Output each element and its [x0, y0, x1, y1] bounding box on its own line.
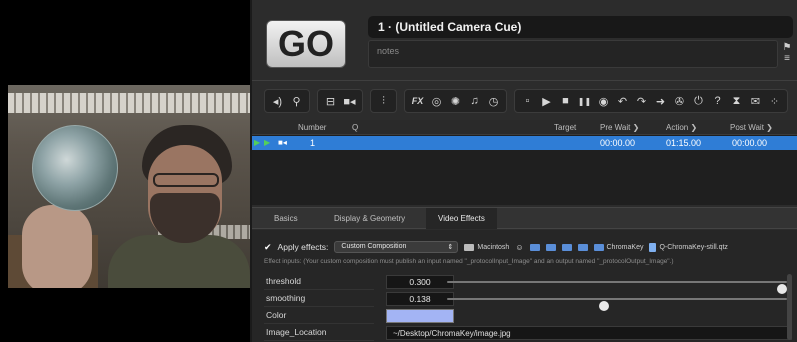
param-slider-track[interactable]: [447, 298, 787, 311]
tab-display-geometry[interactable]: Display & Geometry: [322, 208, 417, 229]
target-icon[interactable]: ◎: [428, 92, 445, 110]
inspector-tabs: Basics Display & Geometry Video Effects: [252, 207, 797, 229]
tab-basics[interactable]: Basics: [262, 208, 310, 229]
header-action[interactable]: Action ❯: [666, 123, 697, 132]
mic-icon[interactable]: ⚲: [288, 92, 305, 110]
play-icon[interactable]: ▶: [538, 92, 555, 110]
go-button[interactable]: GO: [266, 20, 346, 68]
header-target[interactable]: Target: [554, 123, 576, 132]
person-shirt: [108, 235, 250, 288]
param-value-field[interactable]: 0.300: [386, 275, 454, 289]
param-label: smoothing: [264, 291, 374, 307]
header-q[interactable]: Q: [352, 123, 358, 132]
video-preview: [0, 0, 250, 342]
param-slider-track[interactable]: [447, 281, 787, 294]
person-glasses: [153, 173, 219, 187]
stop-square-icon[interactable]: ▫: [519, 92, 536, 110]
chat-icon[interactable]: ✉: [747, 92, 764, 110]
effect-inputs-note: Effect inputs: (Your custom composition …: [264, 258, 674, 265]
header-post-wait[interactable]: Post Wait ❯: [730, 123, 773, 132]
fx-icon[interactable]: FX: [409, 92, 426, 110]
color-well[interactable]: [386, 309, 454, 323]
param-row-color: Color: [264, 308, 782, 324]
folder-icon[interactable]: [545, 243, 556, 251]
cue-list: Number Q Target Pre Wait ❯ Action ❯ Post…: [252, 120, 797, 205]
toolbar-group: ▫ ▶ ■ ❚❚ ◉ ↶ ↷ ➜ ✇ ⏻? ⧗ ✉ ⁘: [514, 89, 788, 113]
stop-icon[interactable]: ■: [557, 92, 574, 110]
camera-icon[interactable]: ■◂: [341, 92, 358, 110]
more-icon[interactable]: ⁘: [766, 92, 783, 110]
apply-effects-row: ✔ Apply effects: Custom Composition ⇕ Ma…: [264, 240, 728, 254]
param-label: threshold: [264, 274, 374, 290]
arrow-icon[interactable]: ➜: [652, 92, 669, 110]
chroma-key-disc: [32, 125, 118, 211]
param-row-image-location: Image_Location ~/Desktop/ChromaKey/image…: [264, 325, 792, 341]
file-icon: [649, 242, 657, 252]
effect-select-value: Custom Composition: [341, 243, 407, 250]
folder-icon[interactable]: [529, 243, 540, 251]
toolbar-group: ⊟ ■◂: [317, 89, 363, 113]
clock-icon[interactable]: ◷: [485, 92, 502, 110]
param-value-field[interactable]: 0.138: [386, 292, 454, 306]
person-hand: [22, 205, 92, 288]
param-label: Image_Location: [264, 325, 374, 341]
folder-icon[interactable]: [561, 243, 572, 251]
network-icon[interactable]: ✺: [447, 92, 464, 110]
folder-icon[interactable]: [577, 243, 588, 251]
param-label: Color: [264, 308, 374, 324]
speaker-icon[interactable]: ◂): [269, 92, 286, 110]
camera-cue-icon: ■◂: [278, 138, 287, 147]
apply-checkbox[interactable]: ✔: [264, 242, 272, 253]
window-blinds: [8, 93, 250, 113]
toolbar-group: ◂) ⚲: [264, 89, 310, 113]
cue-list-header: Number Q Target Pre Wait ❯ Action ❯ Post…: [252, 120, 797, 135]
camera-frame: [8, 85, 250, 288]
notes-field[interactable]: notes: [368, 40, 778, 68]
scrollbar[interactable]: [787, 274, 792, 340]
pause-icon[interactable]: ❚❚: [576, 92, 593, 110]
redo-icon[interactable]: ↷: [633, 92, 650, 110]
cue-number: 1: [310, 138, 316, 148]
hourglass-icon[interactable]: ⧗: [728, 92, 745, 110]
running-icon: ▶: [264, 138, 271, 147]
tab-video-effects[interactable]: Video Effects: [426, 208, 497, 229]
video-effects-panel: ✔ Apply effects: Custom Composition ⇕ Ma…: [252, 230, 797, 342]
drive-icon: [464, 243, 475, 251]
music-note-icon[interactable]: ♫: [466, 92, 483, 110]
cue-pre-wait: 00:00.00: [600, 138, 636, 148]
path-crumb-chromakey[interactable]: ChromaKey: [593, 243, 643, 251]
folder-icon: [593, 243, 604, 251]
screen-icon[interactable]: ⊟: [322, 92, 339, 110]
cue-post-wait: 00:00.00: [732, 138, 768, 148]
param-row-smoothing: smoothing 0.138: [264, 291, 787, 311]
image-location-field[interactable]: ~/Desktop/ChromaKey/image.jpg: [386, 326, 792, 340]
toolbar-group: FX ◎ ✺ ♫ ◷: [404, 89, 507, 113]
header-number[interactable]: Number: [298, 123, 326, 132]
cue-title-field[interactable]: 1 · (Untitled Camera Cue): [368, 16, 793, 38]
path-crumb-drive[interactable]: Macintosh: [464, 243, 509, 251]
sliders-icon[interactable]: ⫶: [375, 92, 392, 110]
gear-icon[interactable]: ✇: [671, 92, 688, 110]
path-crumb-file[interactable]: Q-ChromaKey-still.qtz: [649, 242, 728, 252]
table-row[interactable]: ▶ ▶ ■◂ 1 00:00.00 01:15.00 00:00.00: [252, 136, 797, 150]
cue-action: 01:15.00: [666, 138, 702, 148]
chevron-down-icon: ⇕: [447, 244, 454, 251]
effect-select[interactable]: Custom Composition ⇕: [334, 241, 459, 253]
flag-icon[interactable]: ⚑ ≡: [781, 42, 793, 68]
record-icon[interactable]: ◉: [595, 92, 612, 110]
apply-effects-label: Apply effects:: [277, 242, 329, 252]
playhead-icon: ▶: [254, 138, 261, 147]
undo-icon[interactable]: ↶: [614, 92, 631, 110]
toolbar: ◂) ⚲ ⊟ ■◂ ⫶ FX ◎ ✺ ♫ ◷ ▫ ▶ ■ ❚❚ ◉ ↶ ↷ ➜ ✇ ⏻? ⧗ ✉ ⁘: [264, 89, 788, 113]
toolbar-group: ⫶: [370, 89, 397, 113]
power-icon[interactable]: ⏻: [690, 92, 707, 110]
help-icon[interactable]: ?: [709, 92, 726, 110]
workspace: GO 1 · (Untitled Camera Cue) notes ⚑ ≡ ◂)…: [252, 0, 797, 342]
divider: [252, 80, 797, 81]
param-row-threshold: threshold 0.300: [264, 274, 787, 294]
user-icon: ☺: [515, 242, 524, 252]
header-pre-wait[interactable]: Pre Wait ❯: [600, 123, 639, 132]
